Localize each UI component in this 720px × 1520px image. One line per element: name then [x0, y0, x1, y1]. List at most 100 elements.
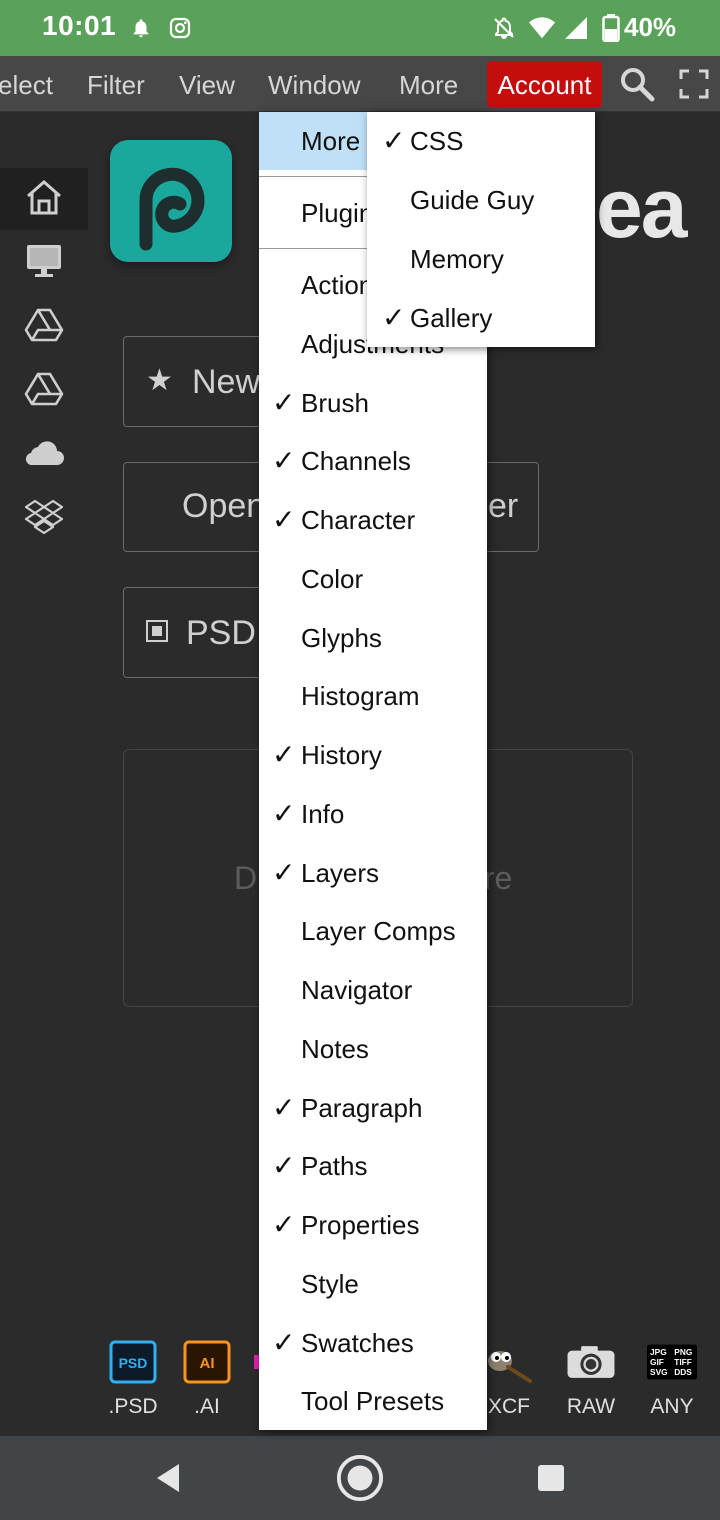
left-sidebar: [0, 112, 88, 1436]
account-button[interactable]: Account: [487, 61, 602, 107]
svg-text:GIF: GIF: [650, 1357, 664, 1367]
home-nav-icon[interactable]: [336, 1454, 384, 1502]
camera-icon: [566, 1339, 616, 1385]
notification-bell-icon: [127, 14, 155, 42]
menu-item-label: Layer Comps: [301, 916, 456, 946]
search-icon[interactable]: [617, 64, 657, 104]
menu-item-label: Channels: [301, 446, 411, 476]
menu-item-label: Guide Guy: [410, 185, 535, 215]
android-navigation-bar: [0, 1436, 720, 1520]
status-bar: 10:01 40%: [0, 0, 720, 56]
menu-item-label: Style: [301, 1269, 359, 1299]
window-menu-item-layer-comps[interactable]: Layer Comps: [259, 902, 487, 960]
brand-name: ea: [596, 161, 687, 255]
more-menu-item-gallery[interactable]: ✓ Gallery: [367, 289, 595, 347]
window-menu-item-style[interactable]: Style: [259, 1255, 487, 1313]
checkmark-icon: ✓: [272, 504, 296, 535]
window-menu-item-layers[interactable]: ✓ Layers: [259, 844, 487, 902]
checkmark-icon: ✓: [272, 798, 296, 829]
window-menu-item-properties[interactable]: ✓ Properties: [259, 1196, 487, 1254]
window-menu-item-history[interactable]: ✓ History: [259, 726, 487, 784]
google-drive-button[interactable]: [0, 296, 88, 358]
svg-text:DDS: DDS: [674, 1367, 692, 1377]
menu-item-label: Plugin: [301, 198, 374, 228]
star-icon: ★: [146, 364, 173, 397]
window-menu-item-notes[interactable]: Notes: [259, 1020, 487, 1078]
more-submenu: ✓ CSS Guide Guy Memory ✓ Gallery: [367, 112, 595, 347]
window-menu-item-channels[interactable]: ✓ Channels: [259, 432, 487, 490]
menu-item-label: Layers: [301, 858, 380, 888]
psd-file-icon: PSD: [108, 1339, 158, 1385]
checkmark-icon: ✓: [272, 857, 296, 888]
format-psd[interactable]: PSD .PSD: [98, 1335, 168, 1419]
menu-item-label: Memory: [410, 244, 504, 274]
menu-filter[interactable]: Filter: [87, 56, 145, 112]
menu-select[interactable]: elect: [0, 56, 53, 112]
checkmark-icon: ✓: [272, 1209, 296, 1240]
checkmark-icon: ✓: [272, 1092, 296, 1123]
menu-item-label: Navigator: [301, 975, 413, 1005]
back-icon[interactable]: [144, 1454, 192, 1502]
window-menu-item-histogram[interactable]: Histogram: [259, 667, 487, 725]
this-device-button[interactable]: [0, 232, 88, 294]
window-menu-item-character[interactable]: ✓ Character: [259, 491, 487, 549]
window-menu-item-info[interactable]: ✓ Info: [259, 785, 487, 843]
window-menu-item-paths[interactable]: ✓ Paths: [259, 1137, 487, 1195]
menu-item-label: Info: [301, 799, 345, 829]
menu-item-label: Color: [301, 564, 364, 594]
menu-item-label: Swatches: [301, 1328, 414, 1358]
menu-window[interactable]: Window: [268, 56, 360, 112]
do-not-disturb-icon: [490, 14, 518, 42]
menu-item-label: Histogram: [301, 681, 420, 711]
more-menu-item-guide-guy[interactable]: Guide Guy: [367, 171, 595, 229]
status-time: 10:01: [42, 10, 117, 41]
svg-text:JPG: JPG: [650, 1347, 667, 1357]
svg-text:AI: AI: [200, 1355, 215, 1372]
new-project-label: New: [192, 363, 261, 401]
menu-item-label: More: [301, 126, 361, 156]
battery-icon: [597, 14, 625, 42]
menu-item-label: Paragraph: [301, 1093, 423, 1123]
menu-view[interactable]: View: [179, 56, 235, 112]
window-menu-item-color[interactable]: Color: [259, 550, 487, 608]
monitor-icon: [24, 242, 64, 285]
drop-zone-text-left: D: [234, 860, 258, 896]
more-menu-item-css[interactable]: ✓ CSS: [367, 112, 595, 170]
google-drive-icon: [24, 307, 64, 348]
format-any[interactable]: JPG PNG GIF TIFF SVG DDS ANY: [637, 1335, 707, 1419]
window-menu-item-paragraph[interactable]: ✓ Paragraph: [259, 1079, 487, 1137]
more-menu-item-memory[interactable]: Memory: [367, 230, 595, 288]
cell-signal-icon: [562, 14, 590, 42]
window-menu-item-brush[interactable]: ✓ Brush: [259, 374, 487, 432]
gimp-icon: [484, 1339, 534, 1385]
home-button[interactable]: [0, 168, 88, 230]
menu-item-label: Paths: [301, 1151, 368, 1181]
checkmark-icon: ✓: [272, 739, 296, 770]
menu-item-label: Properties: [301, 1210, 420, 1240]
window-menu-item-swatches[interactable]: ✓ Swatches: [259, 1314, 487, 1372]
window-menu-item-tool-presets[interactable]: Tool Presets: [259, 1372, 487, 1430]
window-menu-item-navigator[interactable]: Navigator: [259, 961, 487, 1019]
svg-text:PSD: PSD: [119, 1355, 148, 1371]
dropbox-icon: [24, 498, 64, 541]
format-raw[interactable]: RAW: [556, 1335, 626, 1419]
svg-text:PNG: PNG: [674, 1347, 692, 1357]
menu-item-label: Brush: [301, 388, 369, 418]
ai-file-icon: AI: [182, 1339, 232, 1385]
menu-item-label: CSS: [410, 126, 464, 156]
menu-item-label: History: [301, 740, 382, 770]
onedrive-button[interactable]: [0, 424, 88, 486]
dropbox-button[interactable]: [0, 488, 88, 550]
top-menu-bar: elect Filter View Window More Account: [0, 56, 720, 112]
home-icon: [24, 177, 64, 222]
google-drive-button-2[interactable]: [0, 360, 88, 422]
svg-text:TIFF: TIFF: [674, 1357, 692, 1367]
window-menu-item-glyphs[interactable]: Glyphs: [259, 609, 487, 667]
photopea-logo: [110, 140, 232, 262]
menu-item-label: Gallery: [410, 303, 493, 333]
fullscreen-icon[interactable]: [674, 64, 714, 104]
google-drive-icon: [24, 371, 64, 412]
recents-icon[interactable]: [527, 1454, 575, 1502]
format-ai[interactable]: AI .AI: [172, 1335, 242, 1419]
menu-more[interactable]: More: [399, 56, 458, 112]
